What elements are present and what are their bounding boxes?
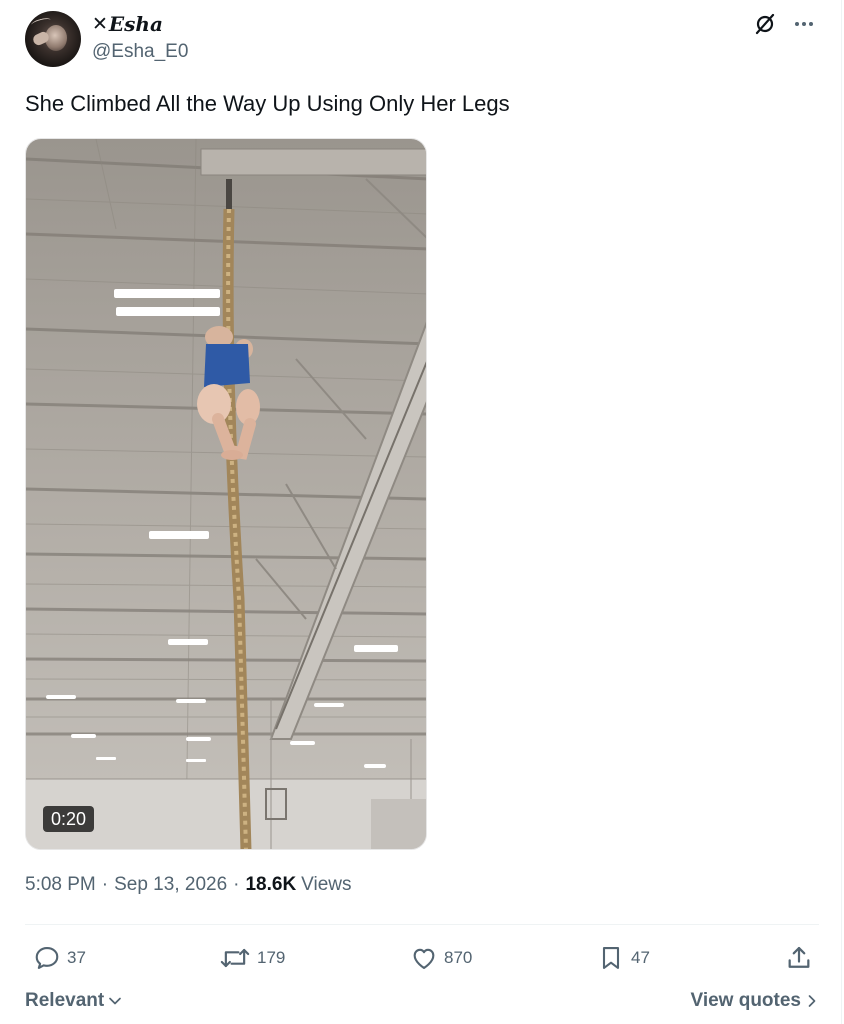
bookmark-button[interactable]: 47: [597, 944, 650, 972]
view-quotes-link[interactable]: View quotes: [690, 990, 819, 1012]
bookmark-icon: [602, 947, 620, 969]
display-name: Esha: [108, 12, 163, 36]
chevron-right-icon: [808, 995, 816, 1007]
tweet-container: ✕ Esha @Esha_E0 She Climbed All the Way …: [0, 0, 842, 1024]
views-label: Views: [301, 874, 352, 895]
tweet-date[interactable]: Sep 13, 2026: [114, 874, 227, 896]
video-frame: [26, 139, 426, 849]
tweet-top-actions: [753, 12, 815, 36]
reply-count: 37: [67, 948, 86, 967]
video-duration-badge: 0:20: [43, 806, 95, 832]
like-count: 870: [444, 948, 473, 967]
repost-count: 179: [257, 948, 286, 967]
bookmark-count: 47: [631, 948, 650, 967]
share-button[interactable]: [785, 944, 819, 972]
name-prefix-glyph: ✕: [92, 13, 108, 35]
like-button[interactable]: 870: [410, 944, 472, 972]
view-quotes-label: View quotes: [690, 990, 801, 1011]
avatar[interactable]: [25, 11, 81, 67]
meta-separator: ·: [101, 874, 109, 895]
repost-button[interactable]: 179: [219, 944, 285, 972]
tweet-text: She Climbed All the Way Up Using Only He…: [25, 91, 510, 116]
like-icon: [413, 948, 435, 969]
chevron-down-icon: [109, 997, 122, 1005]
views-count: 18.6K: [245, 874, 297, 895]
tweet-meta: 5:08 PM · Sep 13, 2026 · 18.6K Views: [25, 874, 352, 896]
sort-replies-button[interactable]: Relevant: [25, 990, 122, 1012]
tweet-footer: Relevant View quotes: [25, 990, 819, 1016]
reply-button[interactable]: 37: [33, 944, 86, 972]
share-icon: [788, 946, 810, 968]
video-player[interactable]: 0:20: [25, 138, 427, 850]
action-bar: 37 179 870 47: [25, 944, 819, 974]
sort-label: Relevant: [25, 990, 105, 1011]
divider: [25, 924, 819, 925]
meta-separator: ·: [233, 874, 240, 895]
grok-icon[interactable]: [753, 12, 777, 36]
author-name[interactable]: ✕ Esha: [92, 12, 163, 36]
author-handle[interactable]: @Esha_E0: [92, 41, 188, 63]
tweet-time[interactable]: 5:08 PM: [25, 874, 96, 896]
repost-icon: [220, 948, 250, 968]
more-icon[interactable]: [793, 13, 815, 35]
reply-icon: [35, 947, 59, 969]
